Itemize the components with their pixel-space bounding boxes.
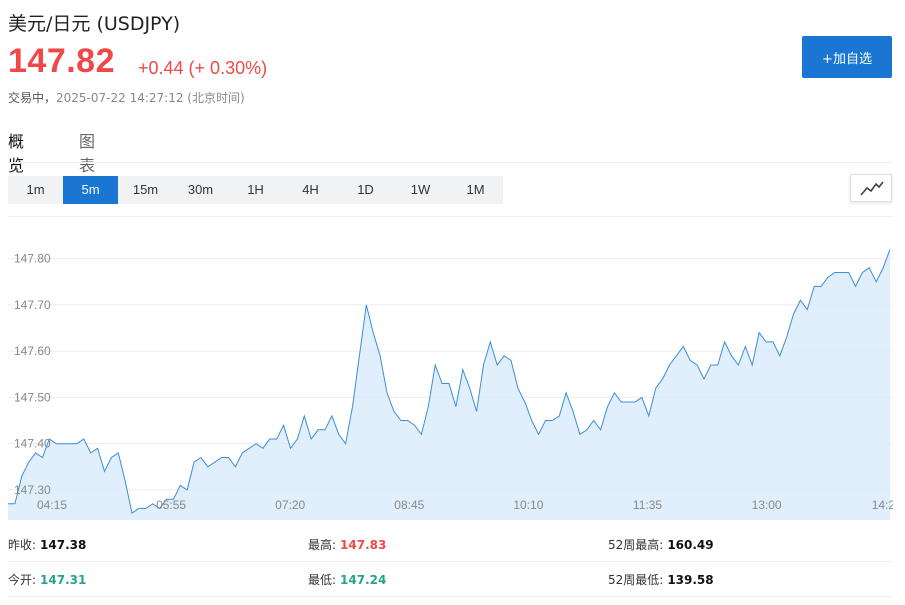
stat-52w-low: 52周最低: 139.58	[608, 571, 714, 588]
price-change: +0.44 (+ 0.30%)	[138, 58, 268, 78]
period-1mo[interactable]: 1M	[448, 176, 503, 204]
stat-label: 52周最高:	[608, 538, 664, 552]
x-tick-label: 10:10	[513, 498, 543, 512]
x-tick-label: 04:15	[37, 498, 67, 512]
stat-label: 今开:	[8, 573, 37, 587]
stat-label: 52周最低:	[608, 573, 664, 587]
price-chart[interactable]: 147.30 147.40 147.50 147.60 147.70 147.80 04:1…	[8, 216, 893, 520]
period-5m[interactable]: 5m	[63, 176, 118, 204]
stat-prev-close: 昨收: 147.38	[8, 536, 86, 553]
period-15m[interactable]: 15m	[118, 176, 173, 204]
current-price: 147.82	[8, 42, 115, 80]
stat-value: 147.38	[40, 538, 87, 552]
period-1w[interactable]: 1W	[393, 176, 448, 204]
add-watchlist-button[interactable]: +加自选	[802, 36, 892, 78]
stat-label: 昨收:	[8, 538, 37, 552]
stat-label: 最高:	[308, 538, 337, 552]
stat-open: 今开: 147.31	[8, 571, 86, 588]
y-tick-label: 147.70	[14, 298, 51, 312]
x-tick-label: 05:55	[156, 498, 186, 512]
tab-divider	[8, 162, 892, 163]
status-label: 交易中，	[8, 91, 57, 105]
y-tick-label: 147.60	[14, 344, 51, 358]
x-tick-label: 13:00	[752, 498, 782, 512]
x-tick-label: 07:20	[275, 498, 305, 512]
y-tick-label: 147.30	[14, 483, 51, 497]
stat-value: 160.49	[667, 538, 714, 552]
x-tick-label: 11:35	[633, 498, 662, 512]
stat-high: 最高: 147.83	[308, 536, 386, 553]
y-tick-label: 147.40	[14, 437, 51, 451]
stats-row: 昨收: 147.38 最高: 147.83 52周最高: 160.49	[8, 528, 892, 562]
stat-label: 最低:	[308, 573, 337, 587]
period-1m[interactable]: 1m	[8, 176, 63, 204]
stat-value: 147.24	[340, 573, 387, 587]
quote-timestamp: 2025-07-22 14:27:12 (北京时间)	[56, 91, 245, 105]
chart-type-button[interactable]	[850, 174, 892, 202]
y-tick-label: 147.80	[14, 252, 51, 266]
period-1d[interactable]: 1D	[338, 176, 393, 204]
price-chart-svg[interactable]: 147.30 147.40 147.50 147.60 147.70 147.80 04:1…	[8, 217, 893, 520]
stat-value: 147.31	[40, 573, 87, 587]
stat-value: 147.83	[340, 538, 387, 552]
period-30m[interactable]: 30m	[173, 176, 228, 204]
line-chart-icon	[860, 181, 884, 196]
y-tick-label: 147.50	[14, 390, 51, 404]
x-tick-label: 08:45	[394, 498, 424, 512]
period-1h[interactable]: 1H	[228, 176, 283, 204]
instrument-title: 美元/日元 (USDJPY)	[8, 13, 181, 35]
stat-value: 139.58	[667, 573, 714, 587]
x-tick-label: 14:2	[872, 498, 893, 512]
period-4h[interactable]: 4H	[283, 176, 338, 204]
stat-52w-high: 52周最高: 160.49	[608, 536, 714, 553]
stat-low: 最低: 147.24	[308, 571, 386, 588]
trading-status: 交易中，2025-07-22 14:27:12 (北京时间)	[8, 89, 245, 106]
period-selector: 1m 5m 15m 30m 1H 4H 1D 1W 1M	[8, 176, 503, 204]
stats-row: 今开: 147.31 最低: 147.24 52周最低: 139.58	[8, 563, 892, 597]
